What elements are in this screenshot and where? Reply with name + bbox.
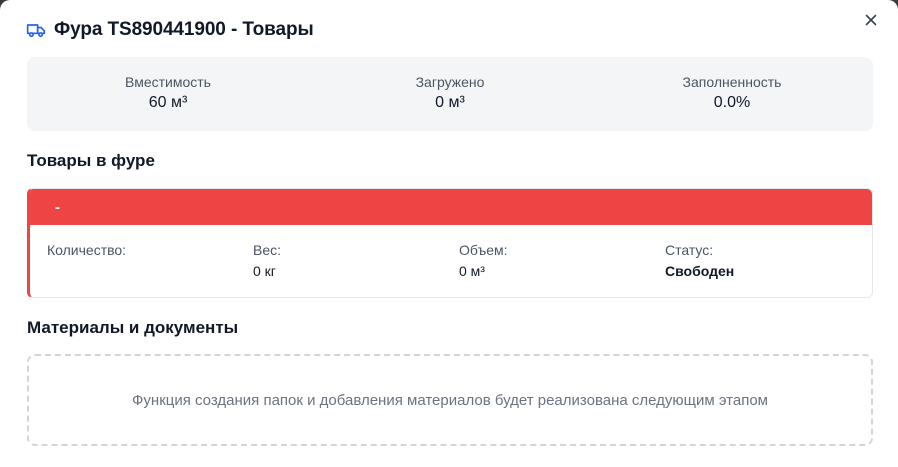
field-quantity: Количество: <box>47 242 253 279</box>
stat-capacity: Вместимость 60 м³ <box>27 57 309 131</box>
modal-title: Фура TS890441900 - Товары <box>54 19 314 40</box>
stat-value: 60 м³ <box>148 94 188 111</box>
stat-value: 0.0% <box>713 94 751 111</box>
field-weight: Вес: 0 кг <box>253 242 459 279</box>
stat-label: Загружено <box>415 74 485 90</box>
close-button[interactable] <box>862 11 880 29</box>
stat-fill-rate: Заполненность 0.0% <box>591 57 873 131</box>
materials-section-title: Материалы и документы <box>27 318 239 337</box>
stat-loaded: Загружено 0 м³ <box>309 57 591 131</box>
field-status: Статус: Свободен <box>665 242 871 279</box>
stat-value: 0 м³ <box>435 94 465 111</box>
stat-label: Вместимость <box>125 74 211 90</box>
field-value: 0 кг <box>253 263 276 279</box>
truck-icon <box>26 20 46 40</box>
close-icon <box>865 14 877 26</box>
capacity-stats-panel: Вместимость 60 м³ Загружено 0 м³ Заполне… <box>27 57 873 131</box>
field-label: Статус: <box>665 242 714 258</box>
goods-item-details: Количество: Вес: 0 кг Объем: 0 м³ Статус… <box>30 225 872 279</box>
field-label: Количество: <box>47 242 127 258</box>
goods-item-name: - <box>30 189 872 225</box>
status-value: Свободен <box>665 263 735 279</box>
field-label: Вес: <box>253 242 282 258</box>
field-value: 0 м³ <box>459 263 485 279</box>
truck-goods-modal: Фура TS890441900 - Товары Вместимость 60… <box>0 0 898 467</box>
field-volume: Объем: 0 м³ <box>459 242 665 279</box>
stat-label: Заполненность <box>682 74 782 90</box>
field-label: Объем: <box>459 242 508 258</box>
modal-header: Фура TS890441900 - Товары <box>26 16 878 44</box>
materials-placeholder-box: Функция создания папок и добавления мате… <box>27 354 873 446</box>
goods-item-card[interactable]: - Количество: Вес: 0 кг Объем: 0 м³ Стат… <box>27 188 873 298</box>
materials-placeholder-text: Функция создания папок и добавления мате… <box>132 391 768 409</box>
goods-section-title: Товары в фуре <box>27 151 155 170</box>
